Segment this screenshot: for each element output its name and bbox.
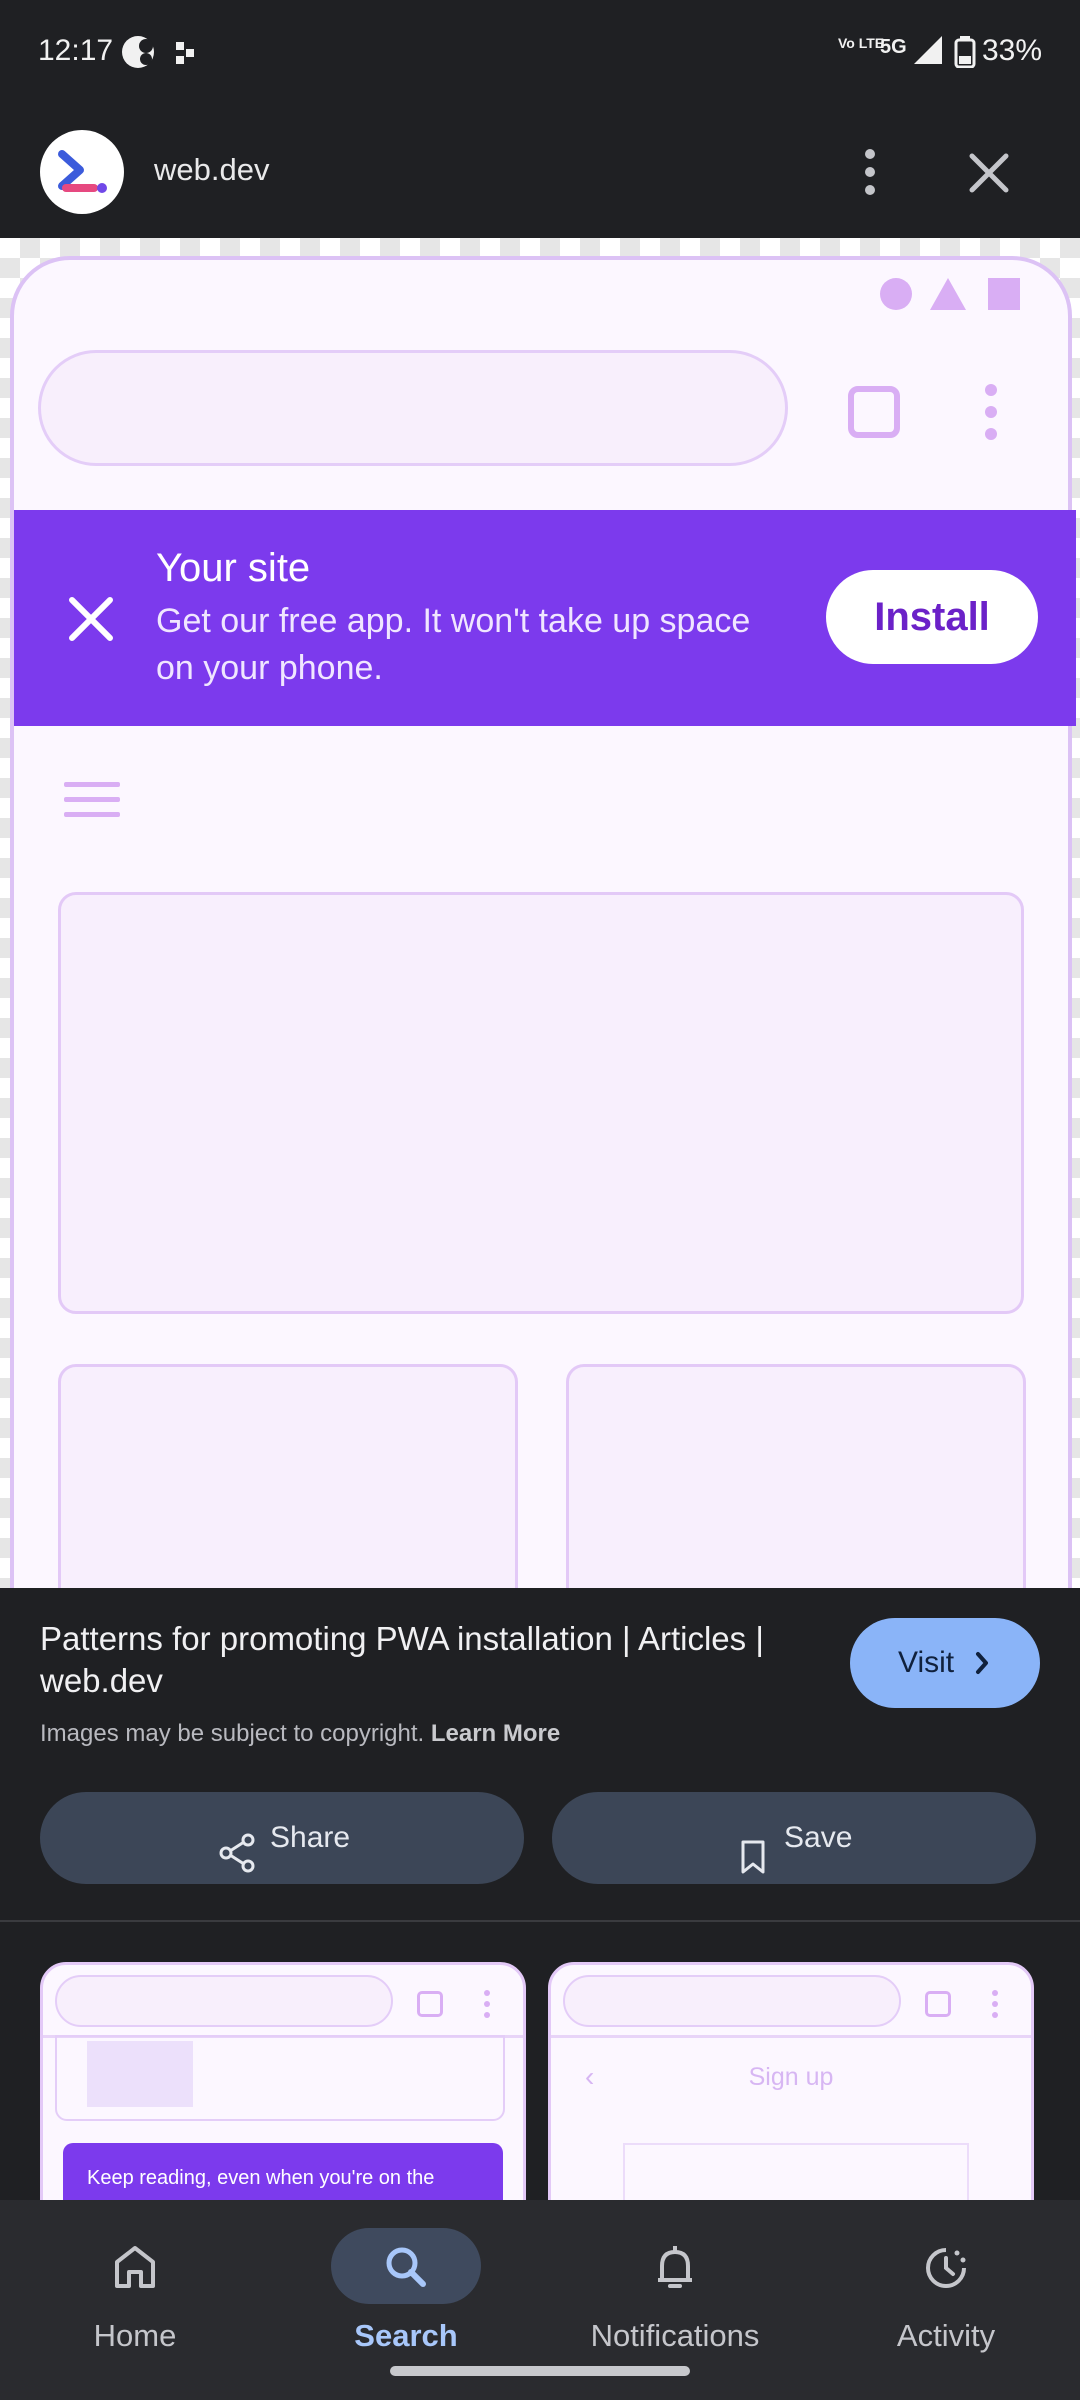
mock-hamburger-icon: [64, 780, 120, 820]
dots-notification-icon: [176, 42, 198, 69]
share-icon: [218, 1818, 256, 1873]
mock-menu-icon: [991, 1989, 999, 2019]
close-icon[interactable]: [962, 146, 1016, 200]
battery-percentage: 33%: [981, 34, 1042, 67]
bell-icon: [600, 2228, 750, 2304]
nav-label: Activity: [896, 2318, 996, 2353]
gesture-bar[interactable]: [390, 2366, 690, 2376]
learn-more-link[interactable]: Learn More: [431, 1720, 560, 1747]
mock-tab-icon: [417, 1991, 443, 2017]
clock: 12:17: [38, 34, 114, 67]
mock-banner-text: Keep reading, even when you're on the: [87, 2167, 435, 2189]
mock-image: [87, 2041, 193, 2107]
copyright-text: Images may be subject to copyright.: [40, 1720, 425, 1747]
mock-address-bar: [55, 1975, 393, 2027]
search-icon: [331, 2228, 481, 2304]
battery-icon: [954, 36, 976, 73]
mock-address-bar: [38, 350, 788, 466]
home-icon: [60, 2228, 210, 2304]
more-vert-icon[interactable]: [848, 146, 892, 198]
mock-card: [58, 1364, 518, 1588]
bookmark-icon: [738, 1820, 768, 1874]
mock-menu-icon: [984, 380, 998, 444]
network-type: 5G: [880, 36, 907, 58]
web-dev-logo[interactable]: [40, 130, 124, 214]
mock-divider: [551, 2035, 1031, 2038]
site-name[interactable]: web.dev: [154, 152, 269, 188]
shape-decorations: [880, 278, 1020, 310]
result-info-panel: Patterns for promoting PWA installation …: [0, 1588, 1080, 1922]
status-bar: 12:17 Vo LTE 5G 33%: [0, 0, 1080, 106]
share-button[interactable]: Share: [40, 1792, 524, 1884]
mock-tab-icon: [925, 1991, 951, 2017]
related-image-thumbnail[interactable]: ‹ Sign up: [548, 1962, 1034, 2202]
signal-icon: [912, 34, 944, 71]
image-preview[interactable]: Your site Get our free app. It won't tak…: [0, 238, 1080, 1588]
mock-tab-icon: [848, 386, 900, 438]
mock-banner: Keep reading, even when you're on the: [63, 2143, 503, 2202]
banner-title: Your site: [156, 546, 311, 590]
mock-input-field: [623, 2143, 969, 2202]
banner-close-icon: [62, 590, 120, 648]
phone-mockup: Your site Get our free app. It won't tak…: [10, 256, 1076, 1588]
nav-search[interactable]: Search: [286, 2214, 526, 2384]
banner-text: Get our free app. It won't take up space…: [156, 602, 751, 687]
copyright-note: Images may be subject to copyright. Lear…: [40, 1720, 560, 1748]
mock-page-title: Sign up: [748, 2063, 834, 2091]
mock-card: [566, 1364, 1026, 1588]
activity-icon: [871, 2228, 1021, 2304]
save-button[interactable]: Save: [552, 1792, 1036, 1884]
result-header: web.dev: [0, 106, 1080, 238]
install-banner: Your site Get our free app. It won't tak…: [14, 510, 1076, 726]
mock-menu-icon: [483, 1989, 491, 2019]
save-label: Save: [784, 1821, 853, 1854]
visit-label: Visit: [898, 1646, 955, 1679]
related-image-thumbnail[interactable]: Keep reading, even when you're on the: [40, 1962, 526, 2202]
result-title[interactable]: Patterns for promoting PWA installation …: [40, 1618, 830, 1702]
mock-card: [58, 892, 1024, 1314]
nav-label: Home: [93, 2318, 177, 2353]
share-label: Share: [270, 1821, 351, 1854]
related-images: Keep reading, even when you're on the ‹ …: [0, 1922, 1080, 2202]
nav-label: Notifications: [590, 2318, 760, 2353]
nav-activity[interactable]: Activity: [826, 2214, 1066, 2384]
app-notification-icon: [120, 34, 160, 75]
visit-button[interactable]: Visit: [850, 1618, 1040, 1708]
mock-address-bar: [563, 1975, 901, 2027]
nav-label: Search: [354, 2318, 458, 2353]
chevron-right-icon: [970, 1618, 994, 1744]
install-button: Install: [826, 570, 1038, 664]
nav-home[interactable]: Home: [15, 2214, 255, 2384]
nav-notifications[interactable]: Notifications: [555, 2214, 795, 2384]
volte-indicator: Vo LTE: [838, 35, 885, 51]
